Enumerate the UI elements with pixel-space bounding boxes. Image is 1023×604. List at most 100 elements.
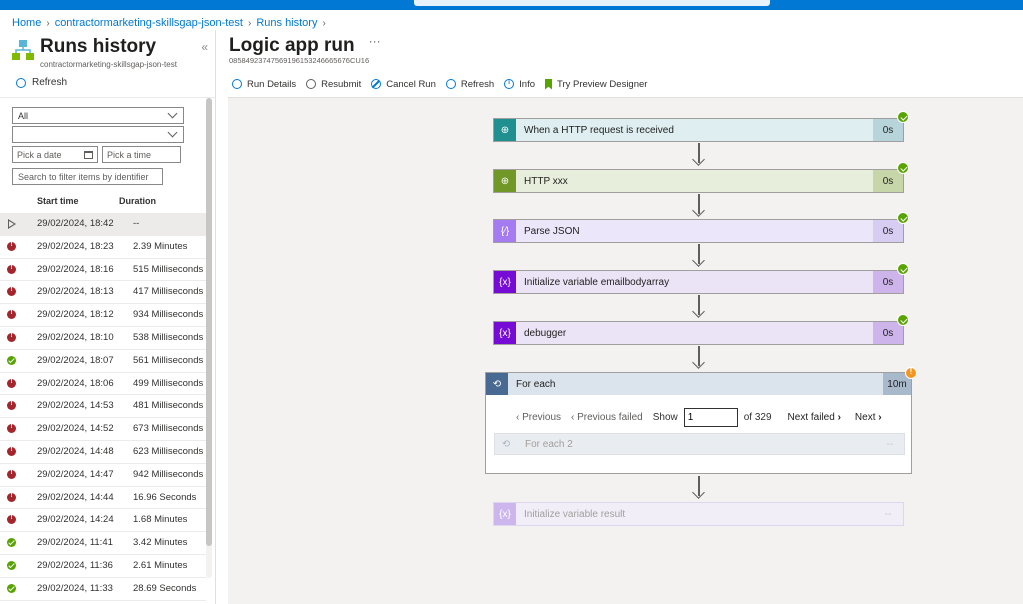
column-duration[interactable]: Duration xyxy=(119,196,156,206)
run-duration: 515 Milliseconds xyxy=(133,263,204,275)
run-duration: 481 Milliseconds xyxy=(133,400,204,412)
flow-arrow xyxy=(692,244,706,268)
flow-arrow xyxy=(692,346,706,370)
resubmit-label: Resubmit xyxy=(321,78,362,90)
previous-button[interactable]: ‹ Previous xyxy=(516,412,561,423)
blade-title: Runs history xyxy=(40,36,157,57)
table-row[interactable]: 29/02/2024, 11:41 3.42 Minutes xyxy=(0,532,206,555)
breadcrumb-logic-app[interactable]: contractormarketing-skillsgap-json-test xyxy=(55,17,243,29)
previous-failed-button[interactable]: ‹ Previous failed xyxy=(571,412,643,423)
foreach-2-step[interactable]: ⟲ For each 2 -- xyxy=(494,433,905,455)
run-start-time: 29/02/2024, 11:36 xyxy=(37,559,113,571)
failed-status-icon xyxy=(7,241,16,251)
step-label: debugger xyxy=(524,327,567,339)
table-row[interactable]: 29/02/2024, 14:48 623 Milliseconds xyxy=(0,441,206,464)
step-duration: 0s xyxy=(873,119,903,141)
main-refresh-label: Refresh xyxy=(460,78,495,90)
workflow-step[interactable]: {x} Initialize variable emailbodyarray 0s xyxy=(493,263,909,294)
divider xyxy=(0,97,215,98)
secondary-filter-dropdown[interactable] xyxy=(12,126,184,143)
table-row[interactable]: 29/02/2024, 18:07 561 Milliseconds xyxy=(0,350,206,373)
run-start-time: 29/02/2024, 11:33 xyxy=(37,582,113,594)
date-picker[interactable]: Pick a date xyxy=(12,146,98,163)
resubmit-button[interactable]: Resubmit xyxy=(306,79,361,90)
http-icon: ⊕ xyxy=(494,170,516,192)
run-start-time: 29/02/2024, 14:48 xyxy=(37,445,114,457)
table-row[interactable]: 29/02/2024, 11:292.1 Minutes xyxy=(0,601,206,604)
succeeded-status-icon xyxy=(7,355,16,365)
breadcrumb-home[interactable]: Home xyxy=(12,17,41,29)
foreach-step[interactable]: ⟲ For each 10m ‹ Previous ‹ Previous fai… xyxy=(485,367,917,474)
page-title: Logic app run ··· xyxy=(229,34,381,57)
table-row[interactable]: 29/02/2024, 11:33 28.69 Seconds xyxy=(0,578,206,601)
status-filter-dropdown[interactable]: All xyxy=(12,107,184,124)
show-label: Show xyxy=(652,411,678,423)
run-start-time: 29/02/2024, 14:53 xyxy=(37,400,114,412)
breadcrumb-runs-history[interactable]: Runs history xyxy=(256,17,317,29)
logic-app-icon xyxy=(12,40,34,60)
succeeded-status-icon xyxy=(7,560,16,570)
succeeded-status-icon xyxy=(897,111,909,123)
table-row[interactable]: 29/02/2024, 18:23 2.39 Minutes xyxy=(0,236,206,259)
column-start-time[interactable]: Start time xyxy=(37,196,79,206)
workflow-step[interactable]: ⊕ HTTP xxx 0s xyxy=(493,162,909,193)
breadcrumb-separator-icon: › xyxy=(247,17,252,29)
info-icon: i xyxy=(504,79,515,89)
step-duration: 0s xyxy=(873,170,903,192)
workflow-step[interactable]: {⁄} Parse JSON 0s xyxy=(493,212,909,243)
run-duration: 1.68 Minutes xyxy=(133,514,188,526)
info-label: Info xyxy=(519,78,535,90)
run-start-time: 29/02/2024, 18:16 xyxy=(37,263,114,275)
cancel-run-button[interactable]: Cancel Run xyxy=(371,79,436,90)
blade-refresh-button[interactable]: Refresh xyxy=(16,77,67,88)
next-failed-button[interactable]: Next failed › xyxy=(788,412,841,423)
final-step[interactable]: {x} Initialize variable result -- xyxy=(493,502,904,526)
resubmit-icon xyxy=(306,79,317,89)
workflow-step[interactable]: {x} debugger 0s xyxy=(493,314,909,345)
table-row[interactable]: 29/02/2024, 14:53 481 Milliseconds xyxy=(0,395,206,419)
page-title-text: Logic app run xyxy=(229,35,355,56)
table-row[interactable]: 29/02/2024, 14:47 942 Milliseconds xyxy=(0,464,206,487)
table-row[interactable]: 29/02/2024, 14:44 16.96 Seconds xyxy=(0,487,206,510)
try-preview-designer-button[interactable]: Try Preview Designer xyxy=(545,78,647,90)
table-row[interactable]: 29/02/2024, 18:16 515 Milliseconds xyxy=(0,259,206,282)
run-start-time: 29/02/2024, 18:10 xyxy=(37,331,114,343)
step-duration: 0s xyxy=(873,220,903,242)
run-id: 08584923747569196153246665676CU16 xyxy=(229,56,370,65)
table-row[interactable]: 29/02/2024, 18:12 934 Milliseconds xyxy=(0,304,206,327)
time-placeholder: Pick a time xyxy=(107,149,152,160)
run-start-time: 29/02/2024, 18:42 xyxy=(37,218,114,229)
table-row[interactable]: 29/02/2024, 11:36 2.61 Minutes xyxy=(0,555,206,578)
table-row[interactable]: 29/02/2024, 14:24 1.68 Minutes xyxy=(0,509,206,533)
run-duration: 2.61 Minutes xyxy=(133,559,188,571)
flow-arrow xyxy=(692,295,706,319)
run-details-button[interactable]: Run Details xyxy=(232,79,296,90)
scrollbar-thumb[interactable] xyxy=(206,98,212,546)
collapse-icon[interactable]: « xyxy=(201,40,208,54)
run-duration: 561 Milliseconds xyxy=(133,354,204,366)
global-search-box[interactable] xyxy=(414,0,770,6)
flow-arrow xyxy=(692,143,706,167)
failed-status-icon xyxy=(7,400,16,411)
blade-refresh-label: Refresh xyxy=(32,77,68,88)
identifier-search-input[interactable]: Search to filter items by identifier xyxy=(12,168,163,185)
iteration-input[interactable] xyxy=(683,407,738,427)
table-row[interactable]: 29/02/2024, 14:52 673 Milliseconds xyxy=(0,418,206,441)
table-row[interactable]: 29/02/2024, 18:06 499 Milliseconds xyxy=(0,373,206,396)
table-row[interactable]: 29/02/2024, 18:10 538 Milliseconds xyxy=(0,327,206,350)
run-duration: 28.69 Seconds xyxy=(133,582,197,594)
foreach-header[interactable]: ⟲ For each 10m xyxy=(486,373,911,395)
blade-scrollbar[interactable] xyxy=(206,98,212,578)
next-button[interactable]: Next › xyxy=(855,412,882,423)
step-duration: 0s xyxy=(873,322,903,344)
table-row[interactable]: 29/02/2024, 18:42 -- xyxy=(0,213,206,236)
loop-icon: ⟲ xyxy=(486,373,508,395)
table-row[interactable]: 29/02/2024, 18:13 417 Milliseconds xyxy=(0,281,206,305)
main-refresh-button[interactable]: Refresh xyxy=(445,78,495,90)
workflow-step[interactable]: ⊕ When a HTTP request is received 0s xyxy=(493,111,909,142)
time-picker[interactable]: Pick a time xyxy=(102,146,181,163)
final-step-duration: -- xyxy=(884,508,892,520)
info-button[interactable]: i Info xyxy=(504,79,535,90)
more-options-icon[interactable]: ··· xyxy=(369,34,381,48)
chevron-down-icon xyxy=(167,108,178,119)
